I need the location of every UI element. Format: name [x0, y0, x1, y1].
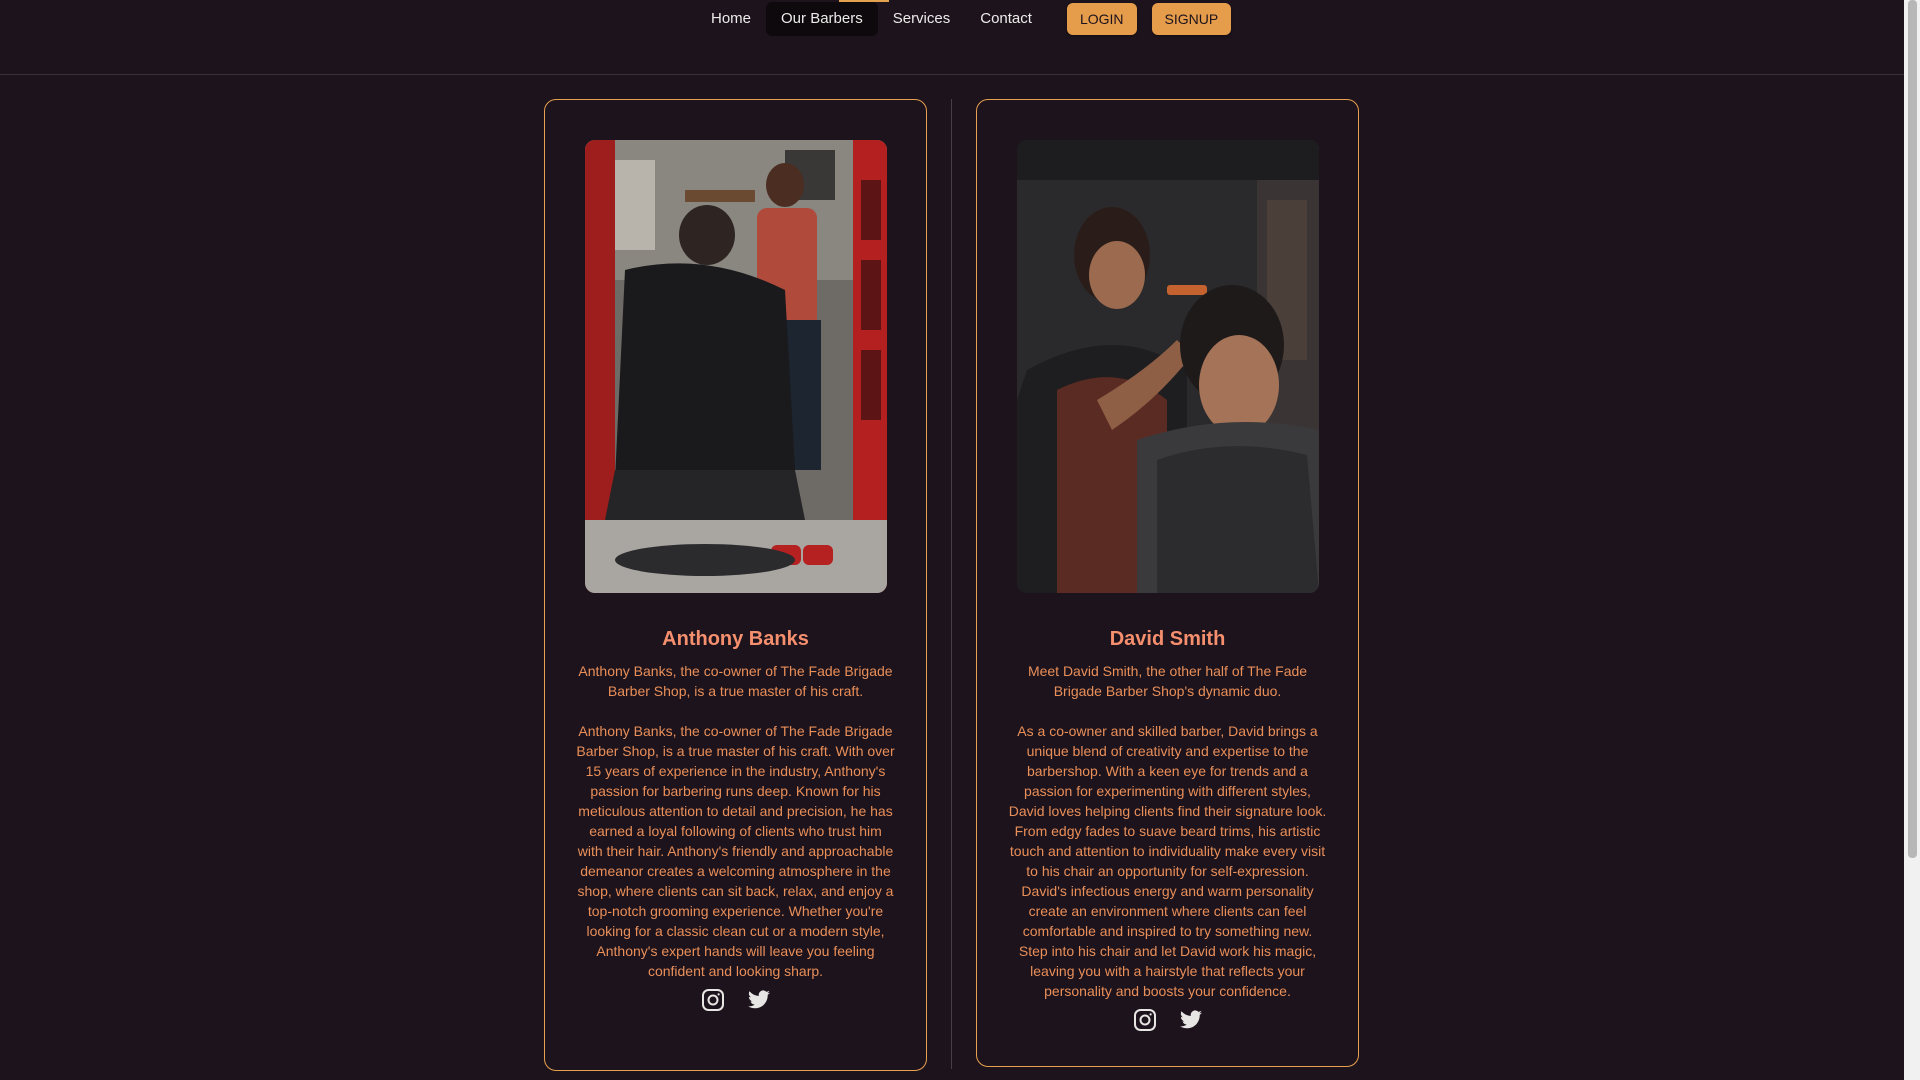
- nav-link-services[interactable]: Services: [878, 2, 966, 36]
- barber-card: David Smith Meet David Smith, the other …: [976, 99, 1359, 1067]
- social-links: [977, 1008, 1358, 1032]
- nav-link-our-barbers[interactable]: Our Barbers: [766, 0, 889, 36]
- scrollbar[interactable]: [1904, 0, 1920, 1080]
- nav-link-contact[interactable]: Contact: [965, 2, 1047, 36]
- barber-bio: As a co-owner and skilled barber, David …: [1008, 723, 1327, 999]
- barber-photo-illustration: [585, 140, 887, 593]
- barber-photo: [1017, 140, 1319, 593]
- barber-photo-illustration: [1017, 140, 1319, 593]
- social-links: [545, 988, 926, 1012]
- nav-link-home[interactable]: Home: [696, 2, 766, 36]
- instagram-icon[interactable]: [1133, 1008, 1157, 1032]
- nav-links: Home Our Barbers Services Contact LOGIN …: [696, 0, 1232, 36]
- barber-intro: Meet David Smith, the other half of The …: [1027, 663, 1308, 699]
- signup-button[interactable]: SIGNUP: [1151, 3, 1232, 35]
- barber-card: Anthony Banks Anthony Banks, the co-owne…: [544, 99, 927, 1071]
- navbar: Home Our Barbers Services Contact LOGIN …: [0, 0, 1904, 75]
- instagram-icon[interactable]: [701, 988, 725, 1012]
- barber-name: David Smith: [1109, 628, 1226, 650]
- scrollbar-thumb[interactable]: [1908, 0, 1917, 858]
- barber-bio: Anthony Banks, the co-owner of The Fade …: [576, 723, 895, 979]
- twitter-icon[interactable]: [1179, 1008, 1203, 1032]
- barber-photo: [585, 140, 887, 593]
- barber-intro: Anthony Banks, the co-owner of The Fade …: [578, 663, 893, 699]
- page: Home Our Barbers Services Contact LOGIN …: [0, 0, 1920, 1080]
- column-divider: [951, 99, 952, 1069]
- login-button[interactable]: LOGIN: [1066, 3, 1137, 35]
- twitter-icon[interactable]: [747, 988, 771, 1012]
- barber-name: Anthony Banks: [662, 628, 809, 650]
